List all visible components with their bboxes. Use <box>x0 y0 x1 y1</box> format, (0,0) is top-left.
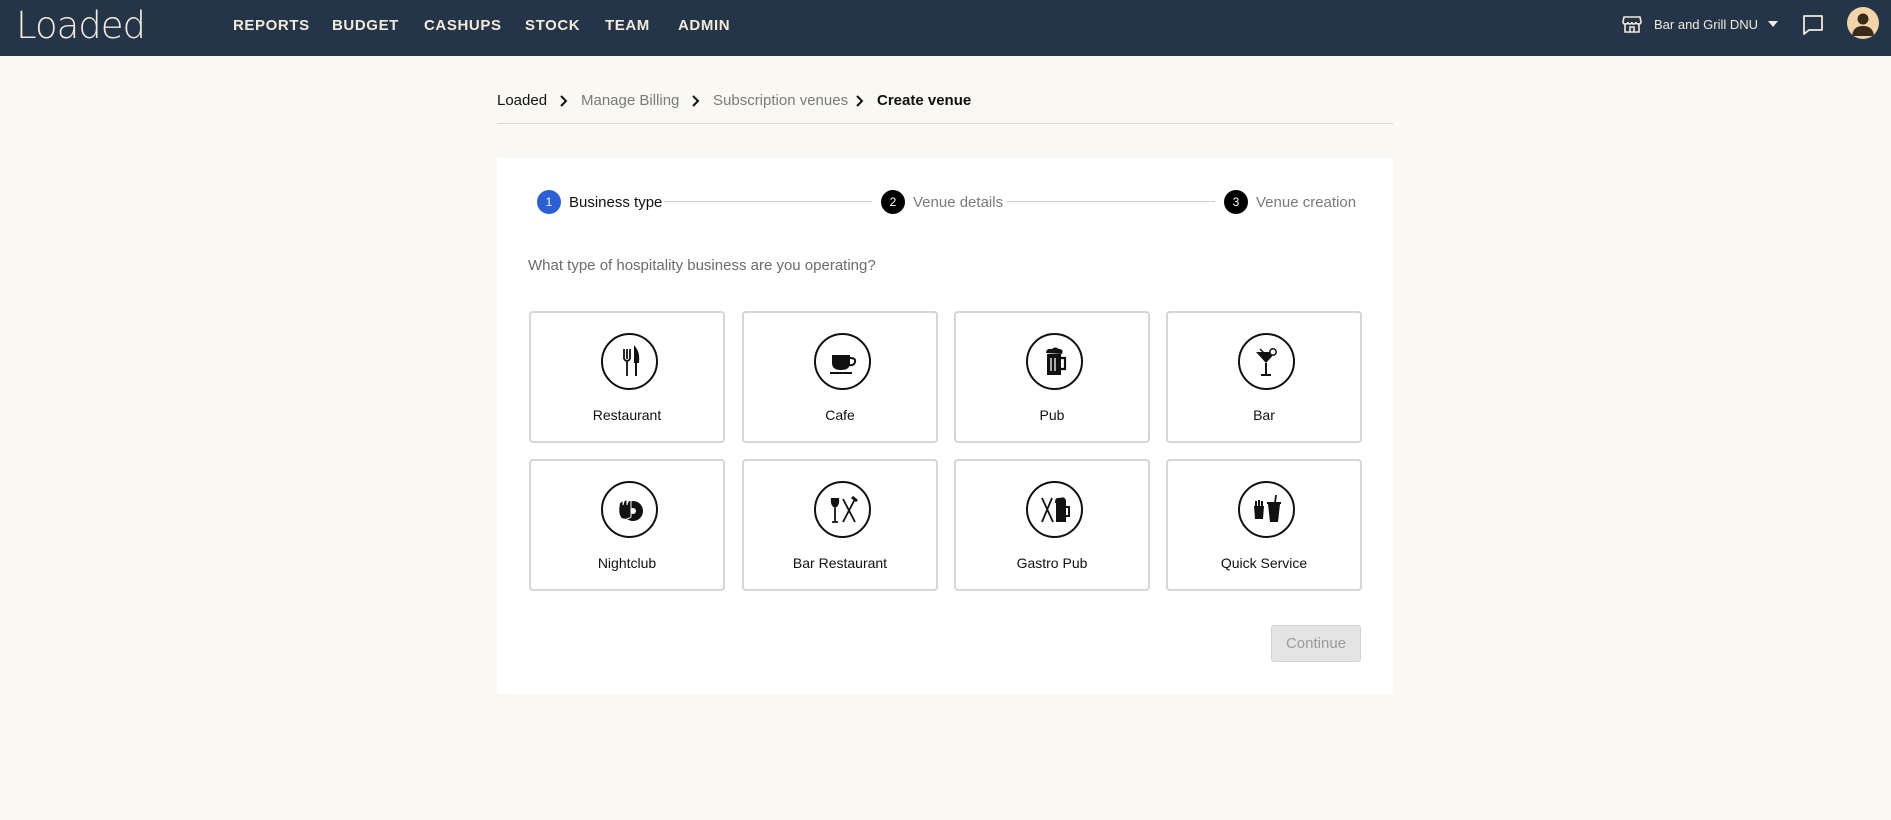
option-label: Bar <box>1253 407 1275 423</box>
fork-knife-icon <box>601 333 658 390</box>
step-number: 3 <box>1224 190 1248 214</box>
business-type-option-bar[interactable]: Bar <box>1166 311 1362 443</box>
step-label: Venue details <box>913 193 1004 211</box>
step-venue-details: 2 Venue details <box>881 190 1003 214</box>
breadcrumb-item-create-venue: Create venue <box>877 92 972 109</box>
step-label: Business type <box>569 193 663 211</box>
step-venue-creation: 3 Venue creation <box>1224 190 1356 214</box>
step-label: Venue creation <box>1256 193 1357 211</box>
business-type-option-nightclub[interactable]: Nightclub <box>529 459 725 591</box>
cocktail-glass-icon <box>1238 333 1295 390</box>
business-type-option-pub[interactable]: Pub <box>954 311 1150 443</box>
nav-item-admin[interactable]: ADMIN <box>678 17 730 34</box>
top-navigation-bar: Loaded REPORTS BUDGET CASHUPS STOCK TEAM… <box>0 0 1891 56</box>
breadcrumb-item-loaded[interactable]: Loaded <box>497 92 547 109</box>
option-label: Cafe <box>825 407 855 423</box>
step-number: 1 <box>537 190 561 214</box>
breadcrumb-item-subscription-venues[interactable]: Subscription venues <box>713 92 848 109</box>
venue-selector[interactable]: Bar and Grill DNU <box>1622 12 1779 36</box>
coffee-cup-icon <box>814 333 871 390</box>
breadcrumb-item-manage-billing[interactable]: Manage Billing <box>581 92 679 109</box>
step-connector <box>1007 201 1215 202</box>
option-label: Pub <box>1039 407 1065 423</box>
option-label: Restaurant <box>592 407 662 423</box>
option-label: Nightclub <box>597 555 657 571</box>
breadcrumb: Loaded Manage Billing Subscription venue… <box>497 90 1393 124</box>
business-type-option-gastro-pub[interactable]: Gastro Pub <box>954 459 1150 591</box>
continue-button[interactable]: Continue <box>1271 625 1361 662</box>
nav-item-stock[interactable]: STOCK <box>525 17 580 34</box>
app-logo[interactable]: Loaded <box>16 4 146 47</box>
business-type-option-restaurant[interactable]: Restaurant <box>529 311 725 443</box>
step-connector <box>664 201 872 202</box>
chevron-down-icon <box>1768 21 1779 27</box>
chat-icon[interactable] <box>1802 14 1824 36</box>
fries-drink-icon <box>1238 481 1295 538</box>
nav-item-cashups[interactable]: CASHUPS <box>424 17 502 34</box>
chevron-right-icon <box>560 95 568 107</box>
venue-name: Bar and Grill DNU <box>1654 16 1759 32</box>
option-label: Gastro Pub <box>1016 555 1088 571</box>
chevron-right-icon <box>856 95 864 107</box>
user-avatar-icon[interactable] <box>1847 7 1879 39</box>
store-icon <box>1622 16 1642 33</box>
nav-item-team[interactable]: TEAM <box>605 17 650 34</box>
nav-item-budget[interactable]: BUDGET <box>332 17 399 34</box>
business-type-option-bar-restaurant[interactable]: Bar Restaurant <box>742 459 938 591</box>
step-business-type: 1 Business type <box>537 190 662 214</box>
option-label: Bar Restaurant <box>792 555 888 571</box>
step-number: 2 <box>881 190 905 214</box>
business-type-question: What type of hospitality business are yo… <box>528 257 876 274</box>
wine-cutlery-icon <box>814 481 871 538</box>
chevron-right-icon <box>692 95 700 107</box>
create-venue-card: 1 Business type 2 Venue details 3 Venue … <box>497 158 1393 694</box>
option-label: Quick Service <box>1220 555 1308 571</box>
beer-mug-icon <box>1026 333 1083 390</box>
business-type-option-cafe[interactable]: Cafe <box>742 311 938 443</box>
business-type-option-quick-service[interactable]: Quick Service <box>1166 459 1362 591</box>
vinyl-hand-icon <box>601 481 658 538</box>
nav-item-reports[interactable]: REPORTS <box>233 17 310 34</box>
cutlery-beer-icon <box>1026 481 1083 538</box>
